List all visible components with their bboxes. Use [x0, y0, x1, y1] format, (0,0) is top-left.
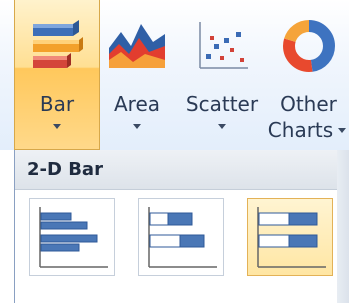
bar-dropdown-arrow-icon — [53, 124, 61, 129]
bar-chart-icon — [33, 20, 83, 68]
other-charts-dropdown-arrow-icon — [338, 128, 346, 133]
scatter-chart-label: Scatter — [185, 92, 259, 116]
other-charts-button[interactable]: Other Charts — [268, 0, 349, 150]
100-stacked-bar-icon — [257, 207, 326, 268]
other-charts-label-line1: Other — [280, 92, 337, 116]
chart-ribbon: Bar Area Scatter Other Charts — [0, 0, 349, 150]
scatter-dropdown-arrow-icon — [218, 124, 226, 129]
donut-chart-icon — [282, 20, 335, 72]
other-charts-label-line2: Charts — [267, 118, 334, 142]
scatter-chart-icon — [199, 22, 248, 69]
clustered-bar-option[interactable] — [29, 198, 115, 276]
gallery-section-header: 2-D Bar — [15, 150, 349, 190]
bar-chart-button[interactable]: Bar — [14, 0, 100, 150]
stacked-bar-option[interactable] — [138, 198, 224, 276]
clustered-bar-icon — [39, 207, 108, 268]
section-title: 2-D Bar — [27, 159, 103, 180]
bar-chart-gallery: 2-D Bar — [14, 150, 349, 303]
area-chart-label: Area — [113, 92, 161, 116]
scatter-chart-button[interactable]: Scatter — [184, 0, 260, 150]
area-dropdown-arrow-icon — [133, 124, 141, 129]
bar-chart-label: Bar — [39, 92, 75, 116]
100-stacked-bar-option[interactable] — [247, 198, 333, 276]
area-chart-button[interactable]: Area — [104, 0, 170, 150]
gallery-scroll-edge — [337, 150, 349, 303]
stacked-bar-icon — [148, 207, 217, 268]
area-chart-icon — [109, 24, 165, 68]
